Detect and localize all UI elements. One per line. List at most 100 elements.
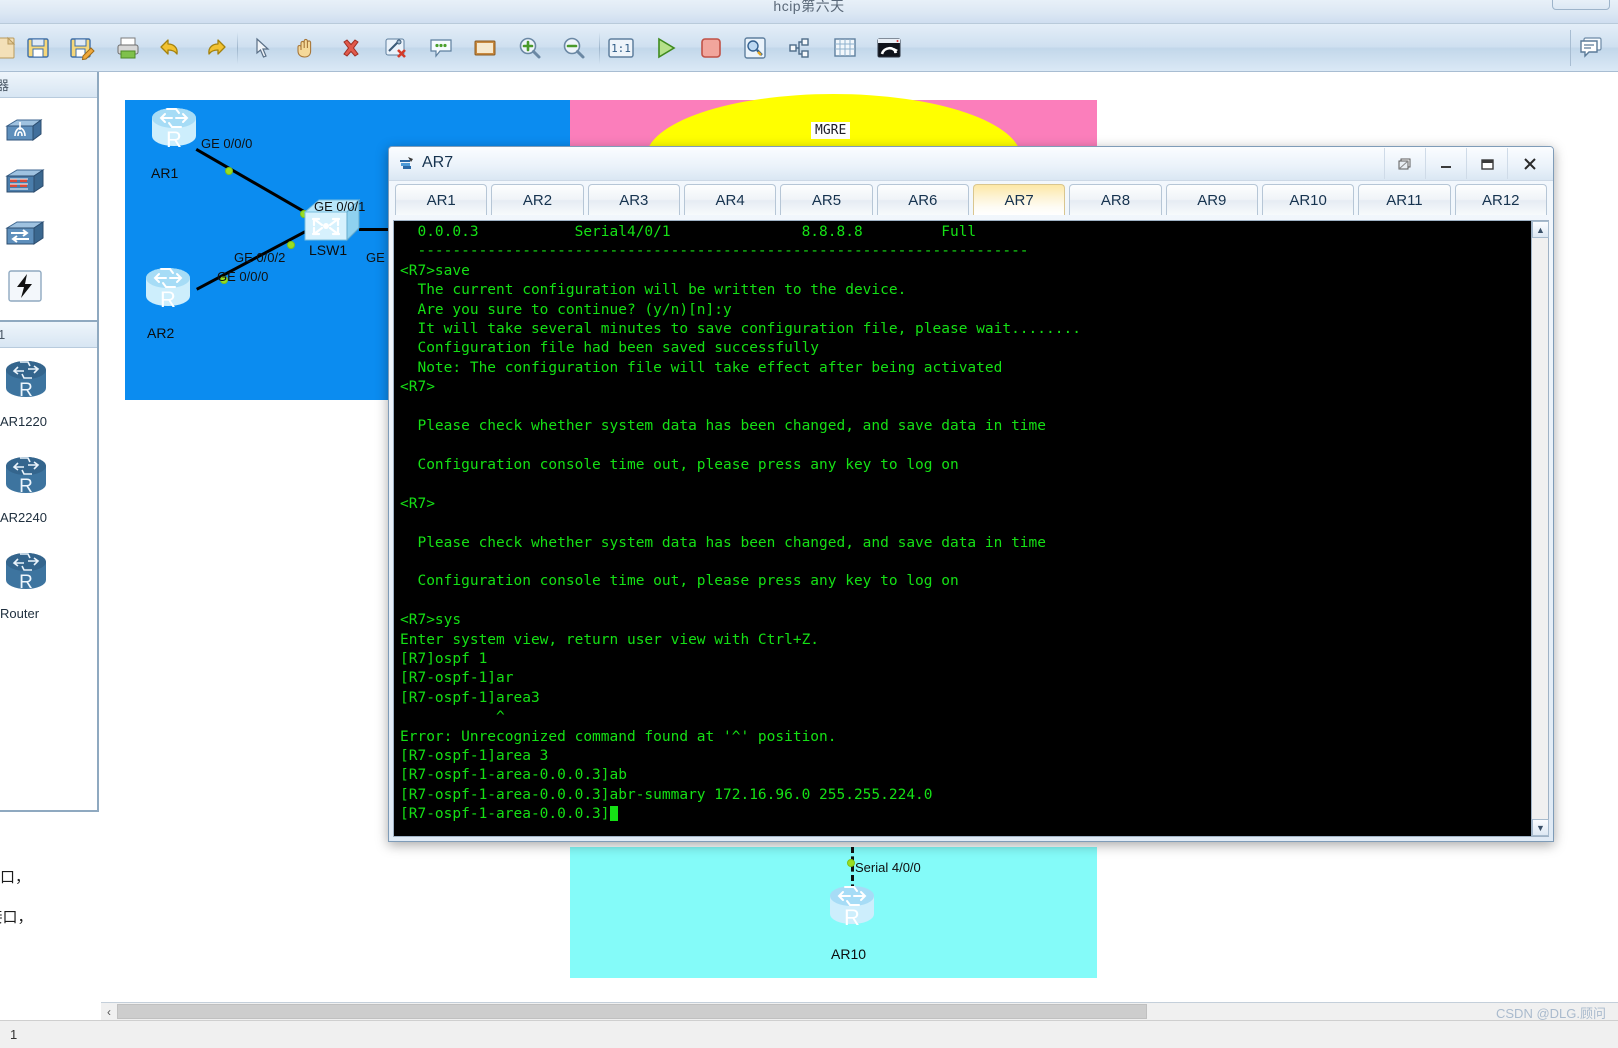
- toolbar-separator: [237, 32, 238, 64]
- port-label: GE 0/0/0: [217, 269, 269, 284]
- scroll-down-arrow[interactable]: ▼: [1532, 819, 1549, 836]
- mgre-label: MGRE: [811, 122, 851, 139]
- tab-ar3[interactable]: AR3: [587, 184, 680, 215]
- terminal-output[interactable]: 0.0.0.3 Serial4/0/1 8.8.8.8 Full -------…: [394, 221, 1531, 836]
- tab-ar9[interactable]: AR9: [1165, 184, 1258, 215]
- svg-text:R: R: [160, 287, 176, 312]
- window-restore-button[interactable]: [1552, 0, 1610, 10]
- restore-button[interactable]: [1384, 148, 1425, 179]
- sidebar-notes-panel: 口， k接口，: [0, 810, 99, 1020]
- delete-link-icon[interactable]: [378, 30, 414, 66]
- port-label: GE: [366, 250, 385, 265]
- tab-ar10[interactable]: AR10: [1261, 184, 1355, 215]
- app-title: hcip第六天: [773, 0, 845, 14]
- start-all-icon[interactable]: [648, 30, 684, 66]
- port-label: GE 0/0/2: [234, 250, 286, 265]
- console-device-icon: [398, 155, 416, 173]
- lightning-icon[interactable]: [0, 260, 49, 312]
- svg-text:R: R: [166, 127, 182, 152]
- wireless-ap-icon[interactable]: [0, 104, 49, 156]
- sidebar-note-line: 口，: [0, 869, 31, 886]
- tab-ar12[interactable]: AR12: [1454, 184, 1547, 215]
- palette-device-label: Router: [0, 606, 40, 621]
- terminal-cursor: [609, 806, 618, 822]
- scrollbar-thumb[interactable]: [117, 1004, 1147, 1019]
- chat-icon[interactable]: [1570, 30, 1610, 66]
- tab-ar8[interactable]: AR8: [1069, 184, 1162, 215]
- scroll-left-arrow[interactable]: ‹: [101, 1005, 117, 1019]
- scroll-up-arrow[interactable]: ▲: [1532, 221, 1549, 238]
- console-window[interactable]: AR7 AR1 AR2 AR3 AR4 AR5 AR6 AR7 AR8 AR9 …: [388, 146, 1554, 842]
- console-window-title: AR7: [422, 154, 454, 171]
- multilayer-switch-icon[interactable]: [0, 208, 49, 260]
- topology-tree-icon[interactable]: [782, 30, 818, 66]
- canvas-device-label-ar2: AR2: [147, 325, 175, 341]
- maximize-button[interactable]: [1466, 148, 1507, 179]
- port-label: GE 0/0/1: [314, 199, 366, 214]
- app-titlebar: hcip第六天: [0, 0, 1618, 24]
- svg-text:R: R: [19, 380, 33, 401]
- link-endpoint-dot: [847, 859, 855, 867]
- zoom-actual-size-icon[interactable]: 1:1: [603, 30, 639, 66]
- palette-device-ar1220[interactable]: R AR1220: [0, 352, 97, 448]
- svg-text:R: R: [19, 572, 33, 593]
- console-tab-bar[interactable]: AR1 AR2 AR3 AR4 AR5 AR6 AR7 AR8 AR9 AR10…: [389, 181, 1553, 217]
- device-section-header: 1: [0, 322, 97, 348]
- main-toolbar: 1:1: [0, 24, 1618, 72]
- canvas-device-label-lsw1: LSW1: [309, 242, 348, 258]
- tab-ar1[interactable]: AR1: [395, 184, 488, 215]
- save-icon[interactable]: [20, 30, 56, 66]
- minimize-button[interactable]: [1425, 148, 1466, 179]
- palette-device-label: AR2240: [0, 510, 47, 525]
- device-palette-sidebar: 器: [0, 72, 99, 1020]
- restore-view-icon[interactable]: [871, 30, 907, 66]
- terminal-scrollbar[interactable]: ▲ ▼: [1531, 221, 1549, 836]
- palette-device-ar2240[interactable]: R AR2240: [0, 448, 97, 544]
- tab-ar4[interactable]: AR4: [683, 184, 777, 215]
- tab-ar6[interactable]: AR6: [876, 184, 969, 215]
- select-pointer-icon[interactable]: [244, 30, 280, 66]
- status-text: 1: [10, 1027, 18, 1042]
- save-as-icon[interactable]: [64, 30, 100, 66]
- palette-header: 器: [0, 72, 97, 98]
- device-section-label: 1: [0, 327, 5, 342]
- link-endpoint-dot: [225, 167, 233, 175]
- svg-text:1:1: 1:1: [611, 42, 631, 55]
- firewall-icon[interactable]: [0, 156, 49, 208]
- tab-ar2[interactable]: AR2: [491, 184, 584, 215]
- pan-hand-icon[interactable]: [288, 30, 324, 66]
- palette-device-router[interactable]: R Router: [0, 544, 97, 640]
- toolbar-separator-2: [599, 32, 600, 64]
- palette-icon-grid: [0, 98, 97, 320]
- tab-ar11[interactable]: AR11: [1358, 184, 1451, 215]
- close-button[interactable]: [1507, 148, 1551, 179]
- canvas-device-label-ar1: AR1: [151, 165, 179, 181]
- console-terminal[interactable]: 0.0.0.3 Serial4/0/1 8.8.8.8 Full -------…: [393, 220, 1549, 837]
- comment-icon[interactable]: [423, 30, 459, 66]
- delete-icon[interactable]: [333, 30, 369, 66]
- zoom-out-icon[interactable]: [556, 30, 592, 66]
- sidebar-note-line: k接口，: [0, 909, 33, 926]
- stop-all-icon[interactable]: [693, 30, 729, 66]
- svg-text:R: R: [19, 476, 33, 497]
- link-endpoint-dot: [287, 241, 295, 249]
- console-titlebar[interactable]: AR7: [389, 147, 1553, 181]
- note-icon[interactable]: [467, 30, 503, 66]
- capture-packet-icon[interactable]: [737, 30, 773, 66]
- palette-device-label: AR1220: [0, 414, 47, 429]
- zoom-in-icon[interactable]: [512, 30, 548, 66]
- canvas-horizontal-scrollbar[interactable]: ‹: [101, 1002, 1618, 1020]
- tab-ar7[interactable]: AR7: [972, 184, 1066, 215]
- svg-text:R: R: [844, 905, 860, 930]
- grid-icon[interactable]: [827, 30, 863, 66]
- tab-ar5[interactable]: AR5: [780, 184, 873, 215]
- palette-header-label: 器: [0, 75, 9, 94]
- router-icon: R: [0, 546, 52, 607]
- router-icon: R: [0, 354, 52, 415]
- device-list: R AR1220 R AR2240 R Router: [0, 348, 97, 640]
- undo-icon[interactable]: [154, 30, 190, 66]
- canvas-device-label-ar10: AR10: [831, 946, 867, 962]
- redo-icon[interactable]: [198, 30, 234, 66]
- port-label: Serial 4/0/0: [855, 860, 921, 875]
- print-icon[interactable]: [110, 30, 146, 66]
